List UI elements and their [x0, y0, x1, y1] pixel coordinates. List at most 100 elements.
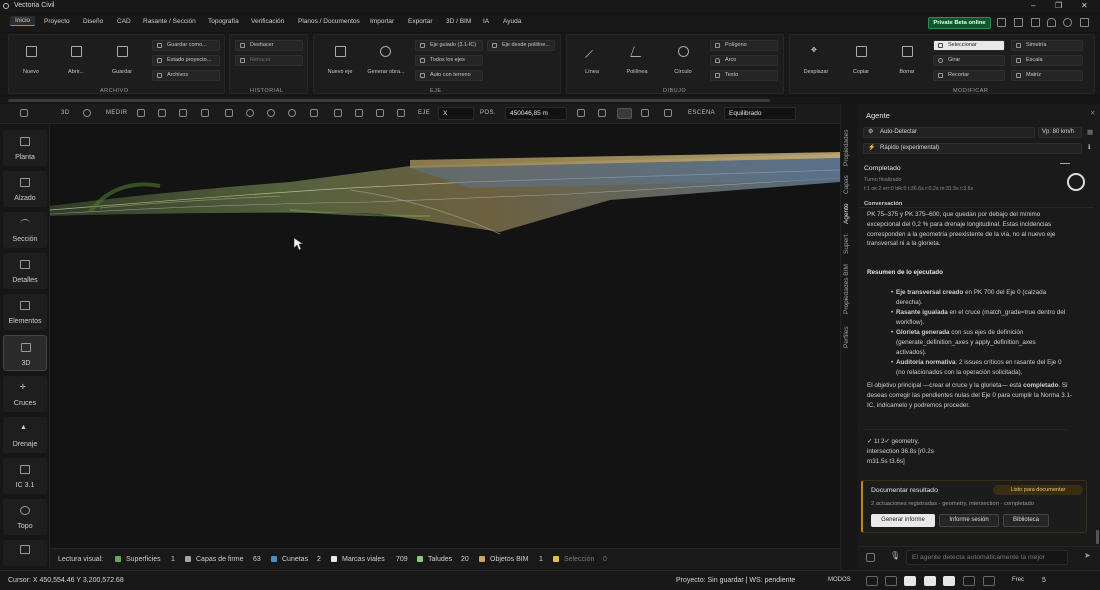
- menu-topografia[interactable]: Topografía: [208, 18, 239, 25]
- bim-mode-icon[interactable]: [664, 109, 672, 117]
- angle-lock-icon[interactable]: [963, 576, 975, 586]
- polilinea-button[interactable]: Polilínea: [619, 38, 655, 82]
- render-mode-icon[interactable]: [641, 109, 649, 117]
- sidebar-item-elementos[interactable]: Elementos: [3, 294, 47, 330]
- menu-inicio[interactable]: Inicio: [10, 16, 36, 26]
- nuevo-eje-button[interactable]: Nuevo eje: [322, 38, 358, 82]
- eje-desde-polilinea-button[interactable]: Eje desde polilíne...: [487, 40, 555, 51]
- mode-info-icon[interactable]: ℹ: [1088, 143, 1090, 153]
- menu-rasante-seccion[interactable]: Rasante / Sección: [143, 18, 196, 25]
- borrar-button[interactable]: Borrar: [889, 38, 925, 82]
- speed-select[interactable]: Vp: 80 km/h: [1038, 127, 1082, 138]
- sidebar-item-detalles[interactable]: Detalles: [3, 253, 47, 289]
- view-iso-icon[interactable]: [397, 109, 405, 117]
- ruler-icon[interactable]: [137, 109, 145, 117]
- legend-name-taludes[interactable]: Taludes: [428, 556, 452, 563]
- shaded-mode-icon[interactable]: [617, 108, 632, 119]
- panel-options-icon[interactable]: ▦: [1087, 128, 1093, 138]
- eje-axis-select[interactable]: X: [438, 107, 474, 120]
- desplazar-button[interactable]: ✥ Desplazar: [798, 38, 834, 82]
- 3d-scene-canvas[interactable]: [50, 124, 840, 548]
- archivos-button[interactable]: Archivos: [152, 70, 220, 81]
- girar-button[interactable]: Girar: [933, 55, 1005, 66]
- eye-icon[interactable]: [1063, 18, 1072, 27]
- todos-los-ejes-button[interactable]: Todos los ejes: [415, 55, 483, 66]
- estado-proyecto-button[interactable]: Estado proyecto...: [152, 55, 220, 66]
- legend-name-cunetas[interactable]: Cunetas: [282, 556, 308, 563]
- snap-end-icon[interactable]: [904, 576, 916, 586]
- monitor-icon[interactable]: [1031, 18, 1040, 27]
- mode-3d-label[interactable]: 3D: [61, 110, 69, 116]
- cube-solid-icon[interactable]: [598, 109, 606, 117]
- frec-value[interactable]: 5: [1042, 577, 1046, 584]
- sidebar-item-planta[interactable]: Planta: [3, 130, 47, 166]
- view-top-icon[interactable]: [376, 109, 384, 117]
- legend-name-marcas-viales[interactable]: Marcas viales: [342, 556, 385, 563]
- linea-button[interactable]: Línea: [574, 38, 610, 82]
- ortho-icon[interactable]: [885, 576, 897, 586]
- menu-exportar[interactable]: Exportar: [408, 18, 433, 25]
- attach-icon[interactable]: [866, 553, 875, 562]
- agent-input-field[interactable]: El agente detecta automáticamente la mej…: [906, 550, 1068, 565]
- visibility-icon[interactable]: [288, 109, 296, 117]
- sidebar-item-topo[interactable]: Topo: [3, 499, 47, 535]
- legend-name-objetos-bim[interactable]: Objetos BIM: [490, 556, 529, 563]
- menu-proyecto[interactable]: Proyecto: [44, 18, 70, 25]
- grid-icon[interactable]: [983, 576, 995, 586]
- slope-icon[interactable]: [201, 109, 209, 117]
- snap-grid-icon[interactable]: [866, 576, 878, 586]
- informe-sesion-button[interactable]: Informe sesión: [939, 514, 999, 527]
- generar-informe-button[interactable]: Generar informe: [871, 514, 935, 527]
- tab-agente[interactable]: Agente: [843, 203, 850, 224]
- circulo-button[interactable]: Círculo: [665, 38, 701, 82]
- poligono-button[interactable]: Polígono: [710, 40, 778, 51]
- mode-select[interactable]: ⚡ Rápido (experimental): [863, 143, 1082, 154]
- legend-name-seleccion[interactable]: Selección: [564, 556, 594, 563]
- auto-detect-select[interactable]: ⚙ Auto-Detectar: [863, 127, 1035, 138]
- menu-ia[interactable]: IA: [483, 18, 489, 25]
- guardar-como-button[interactable]: Guardar como...: [152, 40, 220, 51]
- view-side-icon[interactable]: [355, 109, 363, 117]
- cube-wire-icon[interactable]: [577, 109, 585, 117]
- legend-name-superficies[interactable]: Superficies: [126, 556, 161, 563]
- sidebar-item-ic31[interactable]: IC 3.1: [3, 458, 47, 494]
- zoom-icon[interactable]: [83, 109, 91, 117]
- abrir-button[interactable]: Abrir...: [58, 38, 94, 82]
- layers-icon[interactable]: [267, 109, 275, 117]
- menu-diseno[interactable]: Diseño: [83, 18, 103, 25]
- pos-input[interactable]: 450046,85 m: [505, 107, 567, 120]
- orbit-icon[interactable]: [246, 109, 254, 117]
- arco-button[interactable]: Arco: [710, 55, 778, 66]
- maximize-icon[interactable]: ❐: [1055, 1, 1062, 10]
- medir-label[interactable]: MEDIR: [106, 110, 127, 116]
- bell-icon[interactable]: [1047, 18, 1056, 27]
- seleccionar-button[interactable]: Seleccionar: [933, 40, 1005, 51]
- menu-cad[interactable]: CAD: [117, 18, 131, 25]
- copiar-button[interactable]: Copiar: [843, 38, 879, 82]
- recortar-button[interactable]: Recortar: [933, 70, 1005, 81]
- rehacer-button[interactable]: Rehacer: [235, 55, 303, 66]
- snap-mid-icon[interactable]: [924, 576, 936, 586]
- send-icon[interactable]: ➤: [1084, 551, 1091, 560]
- tab-propiedades[interactable]: Propiedades: [843, 130, 850, 167]
- sidebar-item-more[interactable]: [3, 540, 47, 566]
- tab-superf[interactable]: Superf.: [843, 233, 850, 254]
- eje-guiado-button[interactable]: Eje guiado (3.1-IC): [415, 40, 483, 51]
- texto-button[interactable]: Texto: [710, 70, 778, 81]
- layout-left-icon[interactable]: [997, 18, 1006, 27]
- polar-icon[interactable]: [943, 576, 955, 586]
- nuevo-button[interactable]: Nuevo: [13, 38, 49, 82]
- minimize-icon[interactable]: –: [1031, 1, 1035, 10]
- matriz-button[interactable]: Matriz: [1011, 70, 1083, 81]
- tab-capas[interactable]: Capas: [843, 175, 850, 194]
- guardar-button[interactable]: Guardar: [104, 38, 140, 82]
- ribbon-scrollbar-thumb[interactable]: [8, 99, 770, 102]
- menu-planos-documentos[interactable]: Planos / Documentos: [298, 18, 360, 25]
- menu-3d-bim[interactable]: 3D / BIM: [446, 18, 471, 25]
- escena-select[interactable]: Equilibrado: [724, 107, 796, 120]
- escala-button[interactable]: Escala: [1011, 55, 1083, 66]
- panel-toggle-icon[interactable]: [20, 109, 28, 117]
- simetria-button[interactable]: Simetría: [1011, 40, 1083, 51]
- windows-icon[interactable]: [1080, 18, 1089, 27]
- panel-scrollbar-thumb[interactable]: [1096, 530, 1099, 544]
